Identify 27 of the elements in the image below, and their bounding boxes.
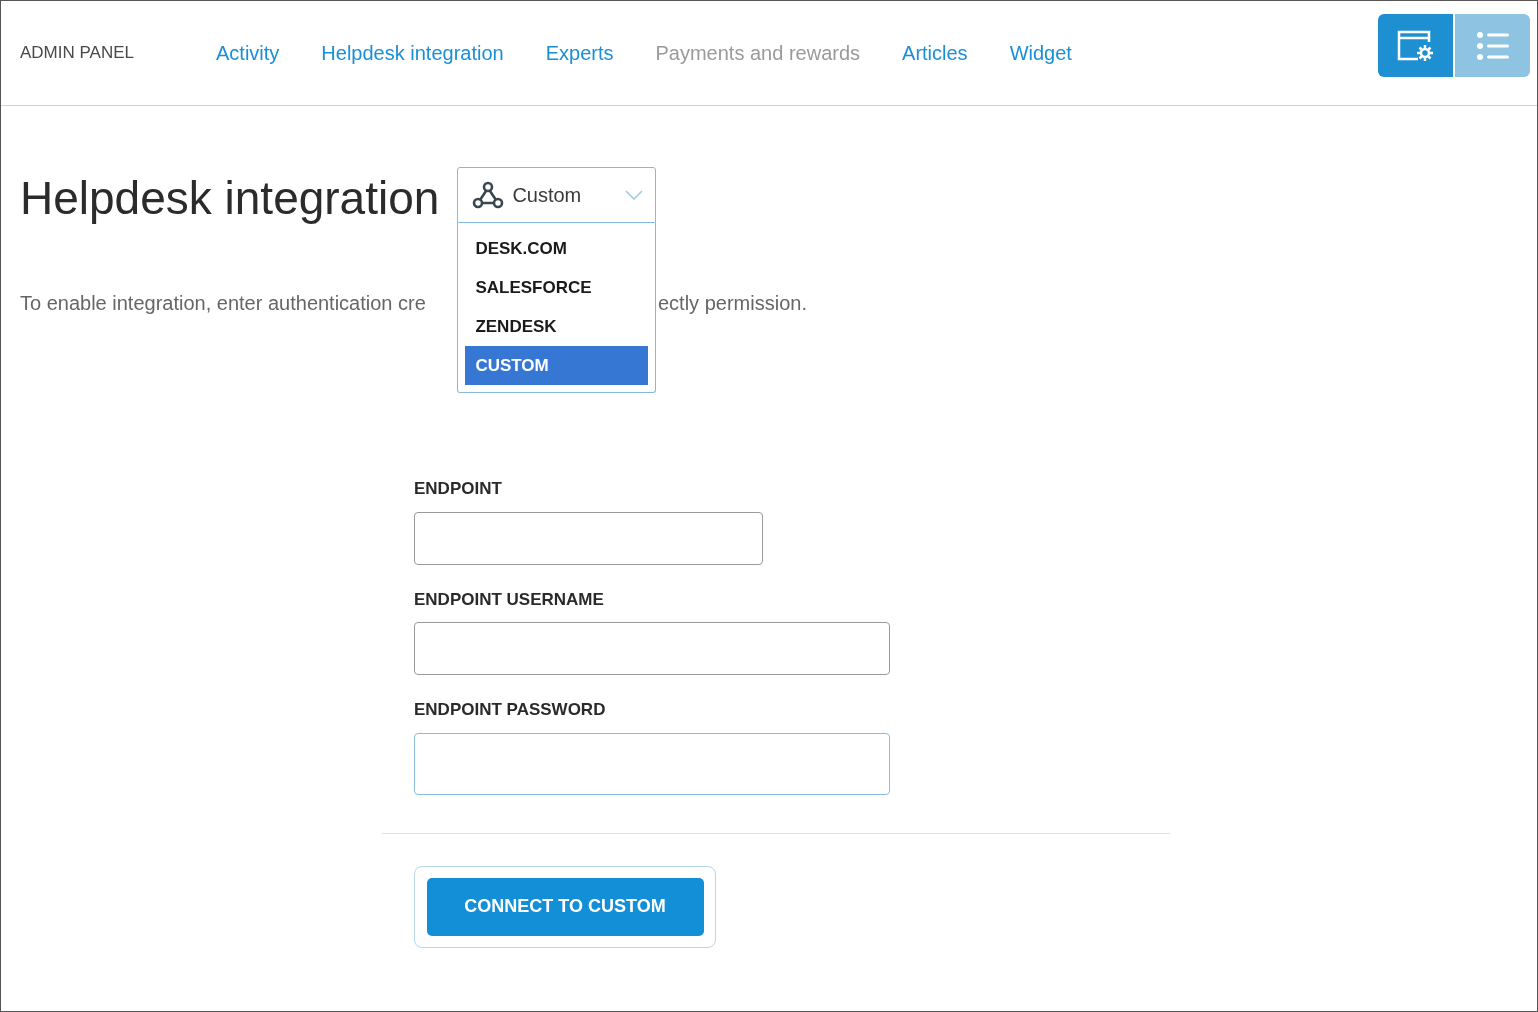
list-icon bbox=[1475, 30, 1510, 61]
dropdown-option[interactable]: ZENDESK bbox=[465, 307, 649, 346]
field-label: ENDPOINT PASSWORD bbox=[414, 699, 607, 721]
intro-text: To enable integration, enter authentication cre bbox=[20, 291, 426, 316]
window-gear-icon bbox=[1395, 28, 1436, 63]
intro-text: ectly permission. bbox=[658, 291, 807, 316]
page-title: Helpdesk integration bbox=[20, 171, 440, 226]
input-field[interactable] bbox=[414, 511, 763, 565]
dropdown-option[interactable]: DESK.COM bbox=[465, 229, 649, 268]
nav-link[interactable]: Articles bbox=[902, 38, 968, 68]
dropdown-option[interactable]: CUSTOM bbox=[465, 346, 649, 385]
nav-link[interactable]: Widget bbox=[1009, 38, 1072, 68]
provider-select[interactable]: Custom bbox=[457, 167, 657, 223]
settings-button[interactable] bbox=[1378, 14, 1453, 77]
nav-link[interactable]: Experts bbox=[545, 38, 614, 68]
list-view-button[interactable] bbox=[1455, 14, 1530, 77]
field-label: ENDPOINT USERNAME bbox=[414, 588, 605, 611]
field-label: ENDPOINT bbox=[414, 478, 503, 500]
nav-link[interactable]: Activity bbox=[216, 38, 280, 68]
input-field[interactable] bbox=[414, 622, 890, 675]
chevron-down-icon bbox=[625, 190, 644, 200]
dropdown-option[interactable]: SALESFORCE bbox=[465, 268, 649, 307]
brand-label: ADMIN PANEL bbox=[20, 42, 135, 65]
connect-button[interactable]: CONNECT TO CUSTOM bbox=[426, 877, 704, 936]
webhook-icon bbox=[472, 180, 505, 210]
nav-link[interactable]: Helpdesk integration bbox=[321, 38, 504, 68]
input-field[interactable] bbox=[414, 732, 890, 795]
